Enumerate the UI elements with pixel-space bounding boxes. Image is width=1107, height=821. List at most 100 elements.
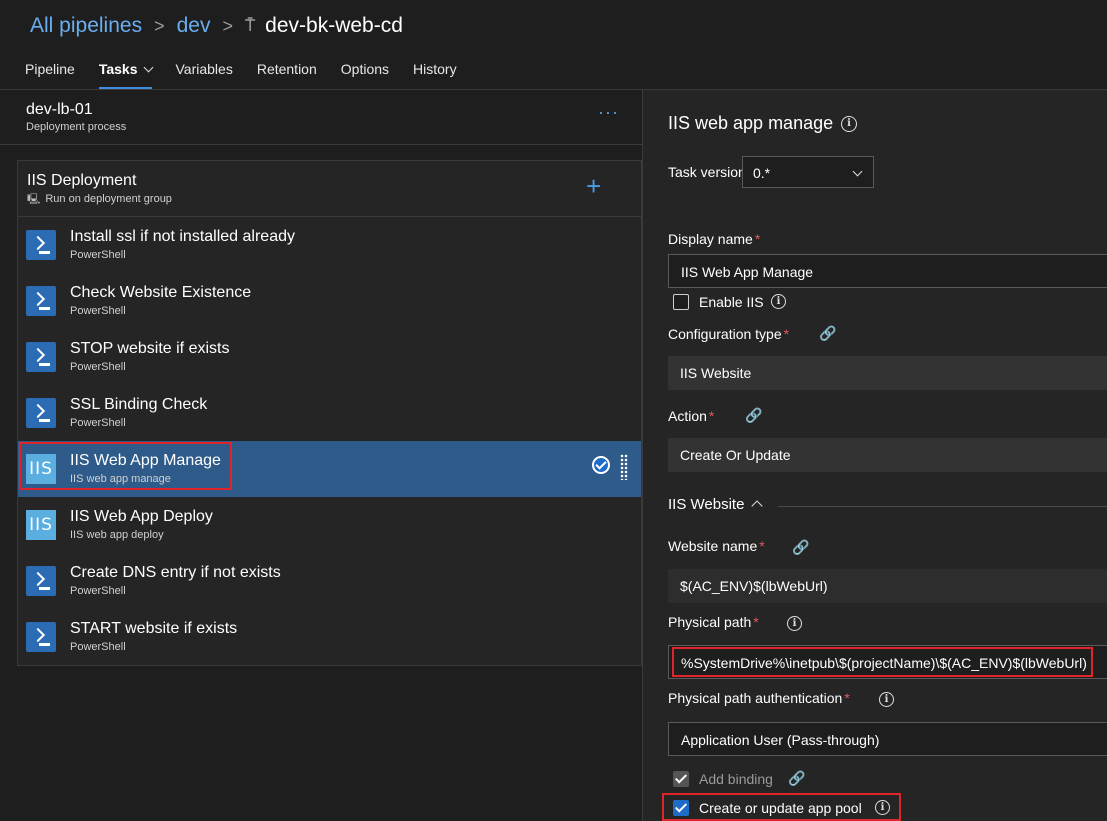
job-subtitle-text: Run on deployment group [45, 193, 172, 205]
required-marker: * [754, 231, 761, 247]
add-binding-checkbox [673, 771, 689, 787]
info-icon[interactable]: i [875, 800, 890, 815]
physical-path-label: Physical path * [668, 614, 759, 630]
required-marker: * [708, 408, 715, 424]
tab-options[interactable]: Options [341, 56, 389, 89]
breadcrumb: All pipelines > dev > ⍑ dev-bk-web-cd [30, 12, 403, 40]
iis-icon: IIS [26, 454, 56, 484]
task-details-pane: IIS web app manage i Task version 0.* Di… [643, 90, 1107, 821]
tab-bar: Pipeline Tasks Variables Retention Optio… [25, 56, 481, 89]
add-task-button[interactable]: + [586, 171, 601, 201]
tab-pipeline[interactable]: Pipeline [25, 56, 75, 89]
iis-website-section-header[interactable]: IIS Website [668, 496, 764, 513]
chevron-down-icon [143, 62, 153, 73]
task-item-selected[interactable]: IIS IIS Web App Manage IIS web app manag… [18, 441, 641, 497]
enable-iis-checkbox[interactable] [673, 294, 689, 310]
required-marker: * [759, 538, 765, 554]
website-name-label-text: Website name [668, 538, 758, 554]
task-name: STOP website if exists [70, 340, 230, 357]
display-name-input[interactable]: IIS Web App Manage [668, 254, 1107, 288]
task-type: PowerShell [70, 585, 126, 597]
configuration-type-label-text: Configuration type [668, 326, 782, 342]
chevron-up-icon [751, 500, 764, 512]
display-name-label-text: Display name [668, 231, 753, 247]
breadcrumb-separator-icon: > [222, 15, 233, 36]
deployment-group-job: IIS Deployment 🖳 Run on deployment group … [17, 160, 642, 666]
enable-iis-label: Enable IIS [699, 294, 764, 310]
task-version-select[interactable]: 0.* [742, 156, 874, 188]
tab-retention[interactable]: Retention [257, 56, 317, 89]
task-item[interactable]: Check Website Existence PowerShell [18, 273, 641, 329]
task-type: PowerShell [70, 417, 126, 429]
required-marker: * [783, 326, 790, 342]
powershell-icon [26, 622, 56, 652]
tab-history[interactable]: History [413, 56, 457, 89]
more-options-icon[interactable]: ··· [598, 102, 619, 123]
tab-tasks-label: Tasks [98, 61, 138, 77]
tab-variables[interactable]: Variables [176, 56, 233, 89]
task-name: Check Website Existence [70, 284, 252, 301]
configuration-type-label: Configuration type * [668, 326, 789, 342]
task-type: PowerShell [70, 361, 126, 373]
action-dropdown[interactable]: Create Or Update [668, 438, 1107, 472]
physical-path-auth-dropdown[interactable]: Application User (Pass-through) [668, 722, 1107, 756]
iis-icon: IIS [26, 510, 56, 540]
server-icon: 🖳 [27, 194, 41, 205]
check-circle-icon [592, 456, 610, 474]
action-label: Action * [668, 408, 714, 424]
task-name: IIS Web App Deploy [70, 508, 213, 525]
task-item[interactable]: START website if exists PowerShell [18, 609, 641, 665]
stage-header[interactable]: dev-lb-01 Deployment process ··· [0, 90, 642, 145]
task-name: SSL Binding Check [70, 396, 208, 413]
powershell-icon [26, 342, 56, 372]
info-icon[interactable]: i [771, 294, 786, 309]
task-version-label: Task version [668, 164, 746, 180]
release-pipeline-icon: ⍑ [244, 16, 256, 35]
task-type: IIS web app deploy [70, 529, 164, 541]
task-type: PowerShell [70, 249, 126, 261]
section-divider [778, 506, 1107, 507]
link-icon[interactable]: 🔗 [788, 771, 805, 787]
powershell-icon [26, 398, 56, 428]
tab-tasks[interactable]: Tasks [98, 56, 153, 89]
job-subtitle: 🖳 Run on deployment group [27, 192, 172, 209]
task-name: START website if exists [70, 620, 238, 637]
task-type: PowerShell [70, 305, 126, 317]
task-item[interactable]: IIS IIS Web App Deploy IIS web app deplo… [18, 497, 641, 553]
task-item[interactable]: SSL Binding Check PowerShell [18, 385, 641, 441]
breadcrumb-all-pipelines[interactable]: All pipelines [30, 14, 142, 38]
website-name-input[interactable]: $(AC_ENV)$(lbWebUrl) [668, 569, 1107, 603]
physical-path-input[interactable]: %SystemDrive%\inetpub\$(projectName)\$(A… [668, 645, 1107, 679]
drag-handle-icon[interactable] [620, 454, 628, 480]
task-type: IIS web app manage [70, 473, 171, 485]
powershell-icon [26, 230, 56, 260]
info-icon[interactable]: i [879, 692, 894, 707]
link-icon[interactable]: 🔗 [792, 540, 809, 556]
stage-title: dev-lb-01 [26, 101, 93, 118]
display-name-label: Display name * [668, 231, 760, 247]
task-list-pane: dev-lb-01 Deployment process ··· IIS Dep… [0, 90, 642, 821]
breadcrumb-folder[interactable]: dev [177, 14, 211, 38]
task-details-title-text: IIS web app manage [668, 113, 834, 133]
chevron-down-icon [852, 166, 863, 177]
task-details-title: IIS web app manage i [668, 113, 857, 134]
link-icon[interactable]: 🔗 [819, 326, 836, 342]
task-item[interactable]: Install ssl if not installed already Pow… [18, 217, 641, 273]
task-item[interactable]: Create DNS entry if not exists PowerShel… [18, 553, 641, 609]
configuration-type-dropdown[interactable]: IIS Website [668, 356, 1107, 390]
required-marker: * [753, 614, 759, 630]
create-app-pool-checkbox[interactable] [673, 800, 689, 816]
info-icon[interactable]: i [841, 116, 857, 132]
powershell-icon [26, 286, 56, 316]
link-icon[interactable]: 🔗 [745, 408, 762, 424]
info-icon[interactable]: i [787, 616, 802, 631]
physical-path-auth-label: Physical path authentication * [668, 690, 850, 706]
website-name-label: Website name * [668, 538, 765, 554]
task-name: Install ssl if not installed already [70, 228, 295, 245]
required-marker: * [844, 690, 850, 706]
task-name: Create DNS entry if not exists [70, 564, 281, 581]
pipeline-title: dev-bk-web-cd [265, 14, 403, 37]
task-item[interactable]: STOP website if exists PowerShell [18, 329, 641, 385]
physical-path-auth-label-text: Physical path authentication [668, 690, 843, 706]
job-header[interactable]: IIS Deployment 🖳 Run on deployment group … [18, 161, 641, 217]
